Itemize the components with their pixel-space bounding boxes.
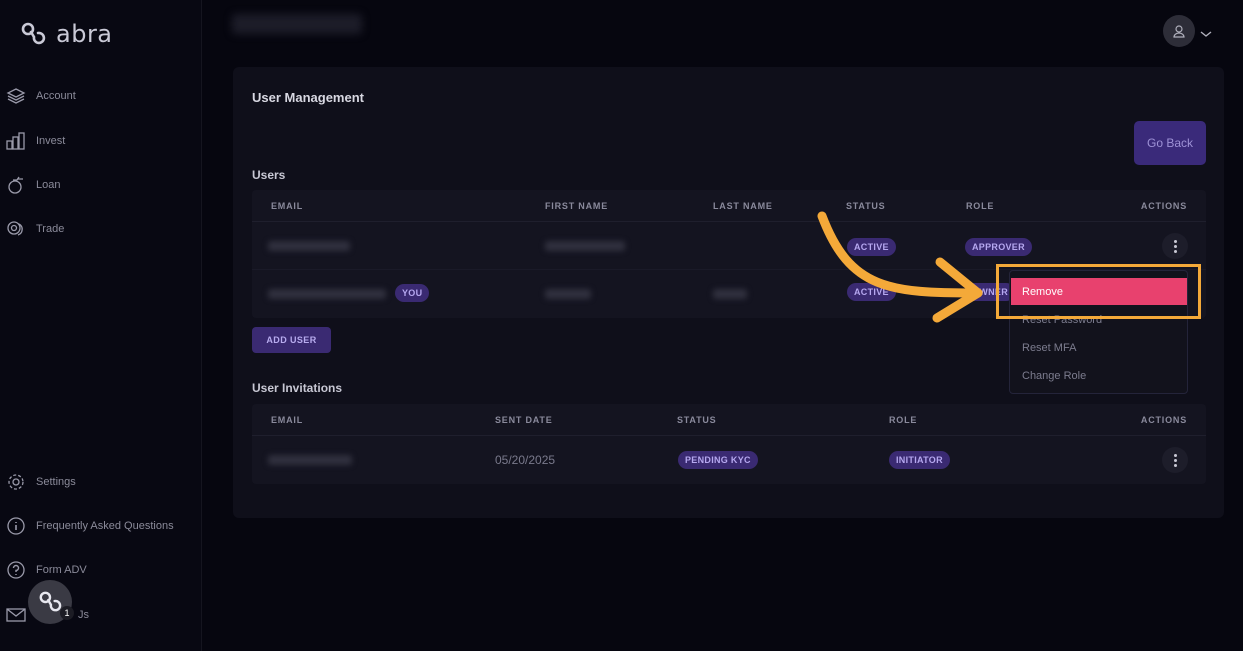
table-header: EMAIL SENT DATE STATUS ROLE ACTIONS	[252, 404, 1206, 436]
sidebar: abra Account Invest Loan Trade Settings …	[0, 0, 202, 651]
kebab-icon	[1173, 239, 1177, 254]
sidebar-item-invest[interactable]: Invest	[6, 131, 65, 151]
column-header: EMAIL	[271, 201, 303, 211]
sidebar-item-settings[interactable]: Settings	[6, 472, 76, 492]
abra-logo-icon	[39, 591, 62, 612]
gear-icon	[8, 474, 24, 490]
row-actions-button[interactable]	[1162, 233, 1188, 259]
add-user-button[interactable]: ADD USER	[252, 327, 331, 353]
sidebar-item-label: Frequently Asked Questions	[36, 520, 174, 532]
sidebar-item-label: Form ADV	[36, 564, 87, 576]
column-header: STATUS	[677, 415, 717, 425]
page-title: User Management	[252, 90, 364, 105]
user-icon	[1173, 25, 1185, 38]
column-header: EMAIL	[271, 415, 303, 425]
coins-icon	[7, 221, 23, 236]
highlight-box	[996, 264, 1201, 319]
status-badge: ACTIVE	[847, 238, 896, 256]
chevron-down-icon[interactable]	[1200, 30, 1212, 38]
column-header: ACTIONS	[1140, 201, 1187, 211]
sidebar-item-label: Settings	[36, 476, 76, 488]
user-avatar[interactable]	[1163, 15, 1195, 47]
first-name-redacted	[545, 241, 625, 251]
column-header: LAST NAME	[713, 201, 773, 211]
sidebar-item-trade[interactable]: Trade	[6, 219, 64, 239]
status-badge: ACTIVE	[847, 283, 896, 301]
row-actions-button[interactable]	[1162, 447, 1188, 473]
last-name-redacted	[713, 289, 747, 299]
first-name-redacted	[545, 289, 591, 299]
column-header: STATUS	[846, 201, 886, 211]
go-back-button[interactable]: Go Back	[1134, 121, 1206, 165]
role-badge: INITIATOR	[889, 451, 950, 469]
menu-item-change-role[interactable]: Change Role	[1022, 370, 1086, 382]
column-header: FIRST NAME	[545, 201, 608, 211]
notification-badge: 1	[60, 606, 74, 620]
email-redacted	[268, 241, 350, 251]
sidebar-item-label: Js	[78, 609, 89, 621]
menu-item-reset-mfa[interactable]: Reset MFA	[1022, 342, 1076, 354]
table-row: ACTIVE APPROVER	[252, 222, 1206, 270]
sent-date: 05/20/2025	[495, 453, 556, 467]
brand-name: abra	[56, 20, 113, 48]
invitations-table: EMAIL SENT DATE STATUS ROLE ACTIONS 05/2…	[252, 404, 1206, 484]
brand-logo[interactable]: abra	[20, 20, 113, 48]
column-header: ROLE	[889, 415, 918, 425]
bar-chart-icon	[6, 132, 25, 150]
sidebar-item-label: Trade	[36, 223, 65, 235]
table-header: EMAIL FIRST NAME LAST NAME STATUS ROLE A…	[252, 190, 1206, 222]
column-header: ROLE	[966, 201, 995, 211]
money-bag-icon	[8, 176, 23, 194]
status-badge: PENDING KYC	[678, 451, 758, 469]
users-section-label: Users	[252, 168, 286, 182]
role-badge: APPROVER	[965, 238, 1032, 256]
mail-icon	[6, 608, 26, 622]
sidebar-item-label: Invest	[36, 135, 66, 147]
you-badge: YOU	[395, 284, 430, 302]
sidebar-item-loan[interactable]: Loan	[6, 175, 60, 195]
invitations-section-label: User Invitations	[252, 381, 343, 395]
email-redacted	[268, 289, 386, 299]
column-header: ACTIONS	[1140, 415, 1187, 425]
sidebar-item-account[interactable]: Account	[6, 86, 76, 106]
question-icon	[7, 561, 25, 579]
kebab-icon	[1173, 453, 1177, 468]
sidebar-item-label: Account	[36, 90, 76, 102]
email-redacted	[268, 455, 352, 465]
abra-logo-icon	[21, 22, 46, 45]
column-header: SENT DATE	[495, 415, 553, 425]
page-breadcrumb-blurred	[232, 14, 362, 34]
layers-icon	[6, 88, 26, 104]
sidebar-item-form-adv[interactable]: Form ADV	[6, 560, 87, 580]
info-icon	[7, 517, 25, 535]
sidebar-item-label: Loan	[36, 179, 61, 191]
table-row: 05/20/2025 PENDING KYC INITIATOR	[252, 436, 1206, 484]
sidebar-item-faq[interactable]: Frequently Asked Questions	[6, 516, 174, 536]
